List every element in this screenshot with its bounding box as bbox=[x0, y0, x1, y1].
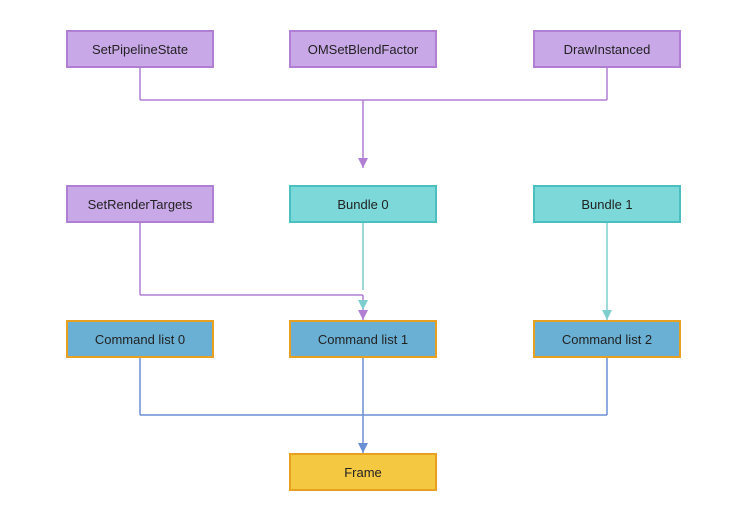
set-pipeline-state-node: SetPipelineState bbox=[66, 30, 214, 68]
diagram: SetPipelineState OMSetBlendFactor DrawIn… bbox=[0, 0, 752, 528]
set-render-targets-node: SetRenderTargets bbox=[66, 185, 214, 223]
frame-node: Frame bbox=[289, 453, 437, 491]
cmdlist0-node: Command list 0 bbox=[66, 320, 214, 358]
cmdlist1-node: Command list 1 bbox=[289, 320, 437, 358]
cmdlist2-node: Command list 2 bbox=[533, 320, 681, 358]
bundle0-node: Bundle 0 bbox=[289, 185, 437, 223]
draw-instanced-node: DrawInstanced bbox=[533, 30, 681, 68]
bundle1-node: Bundle 1 bbox=[533, 185, 681, 223]
arrows-svg bbox=[0, 0, 752, 528]
om-set-blend-factor-node: OMSetBlendFactor bbox=[289, 30, 437, 68]
